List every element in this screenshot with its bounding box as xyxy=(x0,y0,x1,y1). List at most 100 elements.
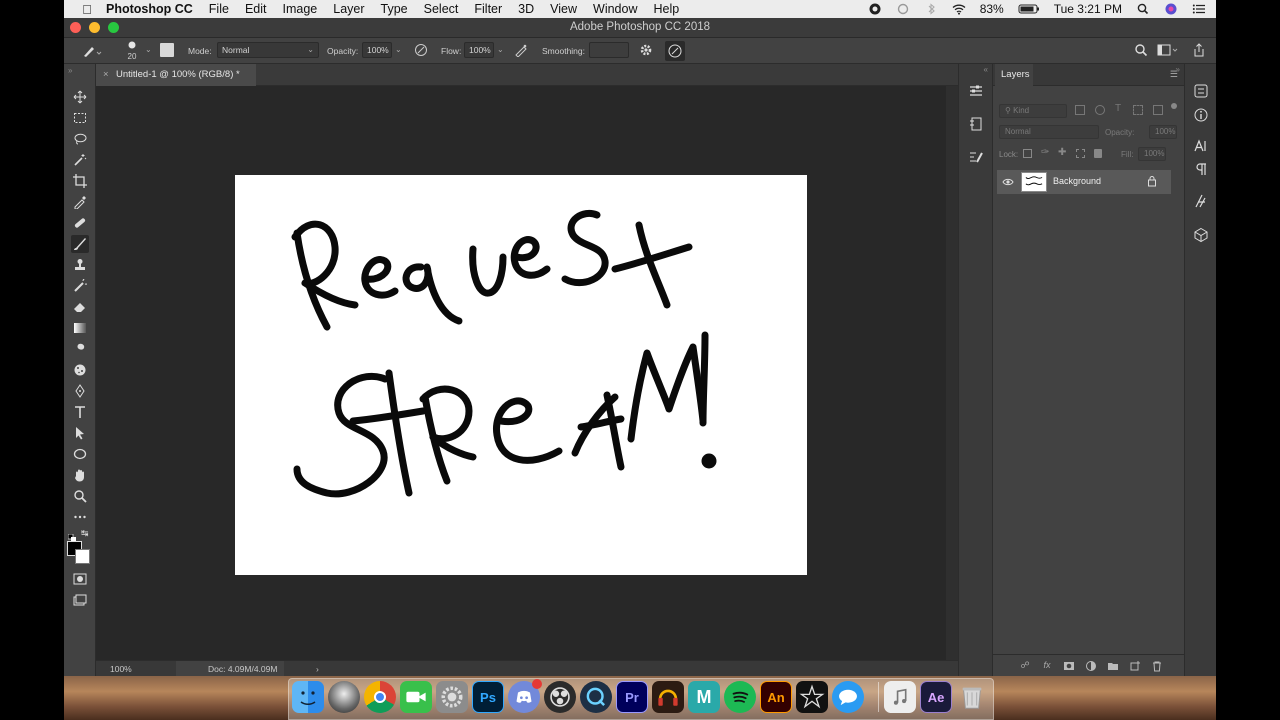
mode-select[interactable]: Normal ⌄ xyxy=(217,42,319,58)
finder-icon[interactable] xyxy=(292,681,324,713)
layer-kind-filter[interactable]: ⚲ Kind xyxy=(999,104,1067,118)
menu-3d[interactable]: 3D xyxy=(510,0,542,18)
lock-artboard-icon[interactable] xyxy=(1076,149,1085,158)
swap-colors-icon[interactable]: ↹ xyxy=(81,528,91,538)
pressure-opacity-icon[interactable] xyxy=(414,43,428,57)
lock-transparent-icon[interactable] xyxy=(1023,149,1032,158)
flow-chevron-icon[interactable]: ⌄ xyxy=(497,45,504,54)
battery-icon[interactable] xyxy=(1018,3,1040,15)
spotify-icon[interactable] xyxy=(724,681,756,713)
smoothing-options-gear-icon[interactable] xyxy=(639,43,653,57)
menu-select[interactable]: Select xyxy=(416,0,467,18)
workspace-switcher-icon[interactable] xyxy=(1157,43,1179,57)
brush-settings-icon[interactable] xyxy=(967,148,985,166)
hand-tool-icon[interactable] xyxy=(71,466,89,484)
menu-file[interactable]: File xyxy=(201,0,237,18)
ellipse-tool-icon[interactable] xyxy=(71,445,89,463)
info-panel-icon[interactable] xyxy=(1192,106,1210,124)
menu-clock[interactable]: Tue 3:21 PM xyxy=(1054,2,1122,16)
link-layers-icon[interactable]: ☍ xyxy=(1019,660,1031,672)
opacity-chevron-icon[interactable]: ⌄ xyxy=(395,45,402,54)
premiere-pro-icon[interactable]: Pr xyxy=(616,681,648,713)
audition-icon[interactable] xyxy=(652,681,684,713)
siri-icon[interactable] xyxy=(1164,3,1178,15)
sync-icon[interactable] xyxy=(896,3,910,15)
obs-icon[interactable] xyxy=(544,681,576,713)
menu-filter[interactable]: Filter xyxy=(466,0,510,18)
creative-cloud-icon[interactable] xyxy=(868,3,882,15)
wifi-icon[interactable] xyxy=(952,3,966,15)
eyedropper-tool-icon[interactable] xyxy=(71,193,89,211)
apple-icon[interactable]:  xyxy=(76,2,98,17)
menu-image[interactable]: Image xyxy=(275,0,326,18)
chrome-icon[interactable] xyxy=(364,681,396,713)
menu-layer[interactable]: Layer xyxy=(325,0,372,18)
document-canvas[interactable] xyxy=(235,175,807,575)
smudge-tool-icon[interactable] xyxy=(71,340,89,358)
filter-shape-icon[interactable] xyxy=(1133,105,1143,115)
quick-mask-icon[interactable] xyxy=(71,570,89,588)
after-effects-folder-icon[interactable]: Ae xyxy=(920,681,952,713)
filter-toggle-icon[interactable] xyxy=(1171,103,1177,109)
menu-window[interactable]: Window xyxy=(585,0,645,18)
lasso-tool-icon[interactable] xyxy=(71,130,89,148)
filter-pixel-icon[interactable] xyxy=(1075,105,1085,115)
lock-position-icon[interactable]: ✚ xyxy=(1058,147,1066,158)
properties-panel-icon[interactable] xyxy=(967,82,985,100)
eye-visibility-icon[interactable] xyxy=(1002,176,1014,188)
glyphs-panel-icon[interactable] xyxy=(1192,192,1210,210)
3d-panel-icon[interactable] xyxy=(1192,226,1210,244)
clone-stamp-tool-icon[interactable] xyxy=(71,256,89,274)
gradient-tool-icon[interactable] xyxy=(71,319,89,337)
screen-mode-icon[interactable] xyxy=(71,591,89,609)
character-panel-icon[interactable] xyxy=(1192,137,1210,155)
filter-smart-object-icon[interactable] xyxy=(1153,105,1163,115)
facetime-icon[interactable] xyxy=(400,681,432,713)
smoothing-field[interactable] xyxy=(589,42,629,58)
menu-edit[interactable]: Edit xyxy=(237,0,275,18)
brush-tool-icon[interactable] xyxy=(71,235,89,253)
layer-style-fx-icon[interactable]: fx xyxy=(1041,660,1053,672)
menu-help[interactable]: Help xyxy=(646,0,688,18)
sponge-tool-icon[interactable] xyxy=(71,361,89,379)
paragraph-panel-icon[interactable] xyxy=(1192,160,1210,178)
opacity-field[interactable]: 100% xyxy=(362,42,392,58)
path-selection-tool-icon[interactable] xyxy=(71,424,89,442)
marquee-tool-icon[interactable] xyxy=(71,109,89,127)
airbrush-icon[interactable] xyxy=(514,43,528,58)
document-tab[interactable]: × Untitled-1 @ 100% (RGB/8) * xyxy=(96,64,256,86)
notification-center-icon[interactable] xyxy=(1192,3,1206,15)
layer-opacity-field[interactable]: 100% xyxy=(1149,125,1177,139)
vertical-scrollbar[interactable] xyxy=(946,86,958,660)
add-layer-mask-icon[interactable] xyxy=(1063,660,1075,672)
menu-type[interactable]: Type xyxy=(373,0,416,18)
maya-icon[interactable]: M xyxy=(688,681,720,713)
fill-field[interactable]: 100% xyxy=(1138,147,1166,161)
animate-icon[interactable]: An xyxy=(760,681,792,713)
history-brush-tool-icon[interactable] xyxy=(71,277,89,295)
new-layer-icon[interactable] xyxy=(1129,660,1141,672)
brush-settings-panel-icon[interactable] xyxy=(160,43,174,57)
default-colors-icon[interactable] xyxy=(67,529,76,542)
layer-row-background[interactable]: Background xyxy=(997,170,1171,194)
zbrush-icon[interactable] xyxy=(796,681,828,713)
menu-view[interactable]: View xyxy=(542,0,585,18)
new-group-folder-icon[interactable] xyxy=(1107,660,1119,672)
share-icon[interactable] xyxy=(1192,42,1206,58)
move-tool-icon[interactable] xyxy=(71,88,89,106)
quicktime-icon[interactable] xyxy=(580,681,612,713)
spotlight-search-icon[interactable] xyxy=(1136,3,1150,15)
pen-tool-icon[interactable] xyxy=(71,382,89,400)
dock-collapse-icon[interactable]: « xyxy=(984,65,988,74)
layers-tab[interactable]: Layers xyxy=(995,64,1033,86)
document-size-info[interactable]: Doc: 4.09M/4.09M xyxy=(176,661,284,677)
messages-icon[interactable] xyxy=(832,681,864,713)
battery-percent[interactable]: 83% xyxy=(980,2,1004,16)
menu-photoshop-cc[interactable]: Photoshop CC xyxy=(98,0,201,18)
filter-adjustment-icon[interactable] xyxy=(1095,105,1105,115)
libraries-panel-icon[interactable] xyxy=(1192,82,1210,100)
lock-all-icon[interactable] xyxy=(1094,149,1102,158)
delete-layer-trash-icon[interactable] xyxy=(1151,660,1163,672)
blend-mode-select[interactable]: Normal xyxy=(999,125,1099,139)
search-icon[interactable] xyxy=(1134,43,1148,57)
